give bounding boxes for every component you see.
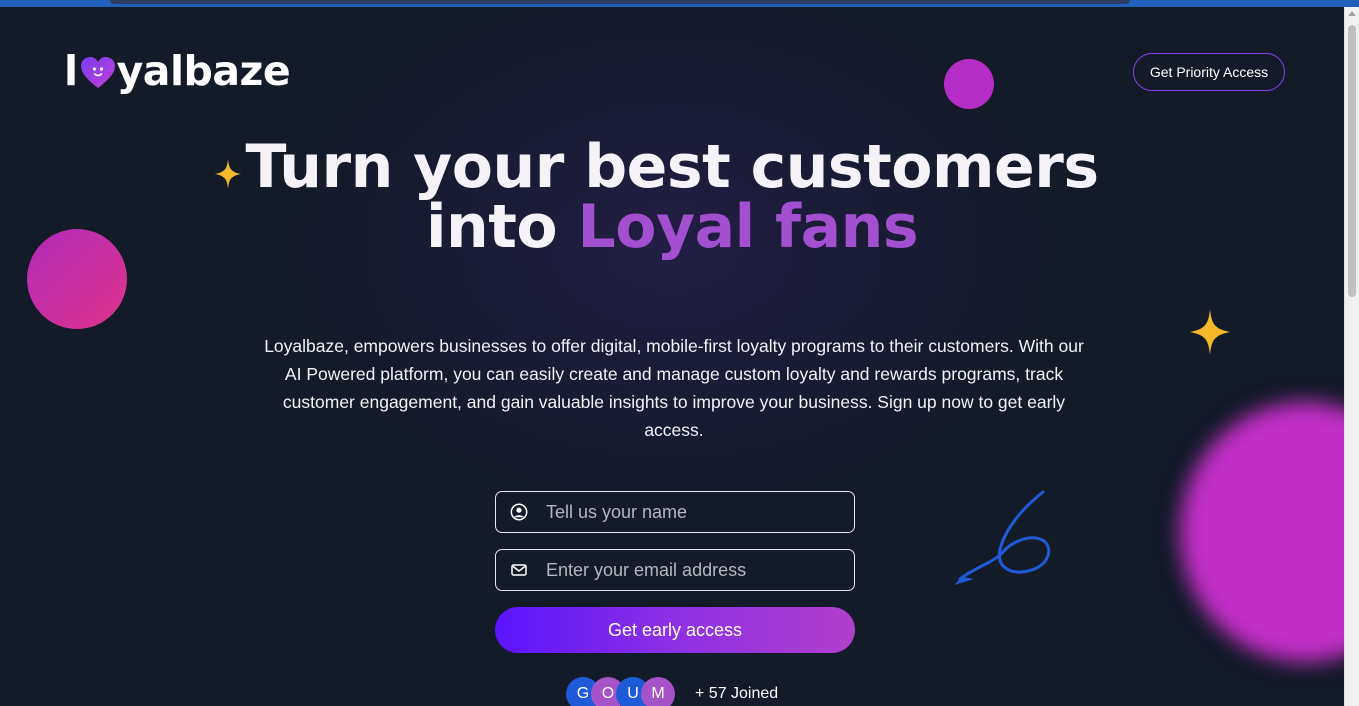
logo[interactable]: l yalbaze — [64, 47, 291, 95]
name-field[interactable] — [495, 491, 855, 533]
logo-text-start: l — [64, 47, 78, 95]
hero-headline: Turn your best customers into Loyal fans — [230, 137, 1114, 257]
name-input[interactable] — [546, 501, 836, 523]
browser-toolbar — [0, 0, 1359, 7]
decorative-circle-top — [944, 59, 994, 109]
email-input[interactable] — [546, 559, 836, 581]
hero-headline-accent: Loyal fans — [577, 192, 919, 262]
email-field[interactable] — [495, 549, 855, 591]
user-icon — [510, 503, 528, 521]
logo-text-end: yalbaze — [116, 47, 291, 95]
get-early-access-button[interactable]: Get early access — [495, 607, 855, 653]
hero-description: Loyalbaze, empowers businesses to offer … — [264, 336, 1084, 440]
mail-icon — [511, 564, 527, 576]
avatar: M — [641, 677, 675, 706]
scroll-up-arrow-icon[interactable] — [1348, 11, 1356, 16]
scrollbar-thumb[interactable] — [1348, 25, 1356, 297]
scrollbar[interactable] — [1344, 7, 1359, 706]
landing-page: l yalbaze Get Priority Access Turn your … — [0, 7, 1344, 706]
decorative-blob-right — [1180, 402, 1344, 662]
joined-social-proof: G O U M + 57 Joined — [566, 676, 778, 706]
joined-count: + 57 Joined — [695, 685, 779, 702]
heart-icon — [80, 57, 115, 88]
get-priority-access-button[interactable]: Get Priority Access — [1133, 53, 1285, 91]
arrow-icon — [954, 490, 1051, 585]
sparkle-star-icon — [1190, 308, 1230, 356]
decorative-circle-left — [27, 229, 127, 329]
browser-address-bar[interactable] — [110, 0, 1130, 4]
